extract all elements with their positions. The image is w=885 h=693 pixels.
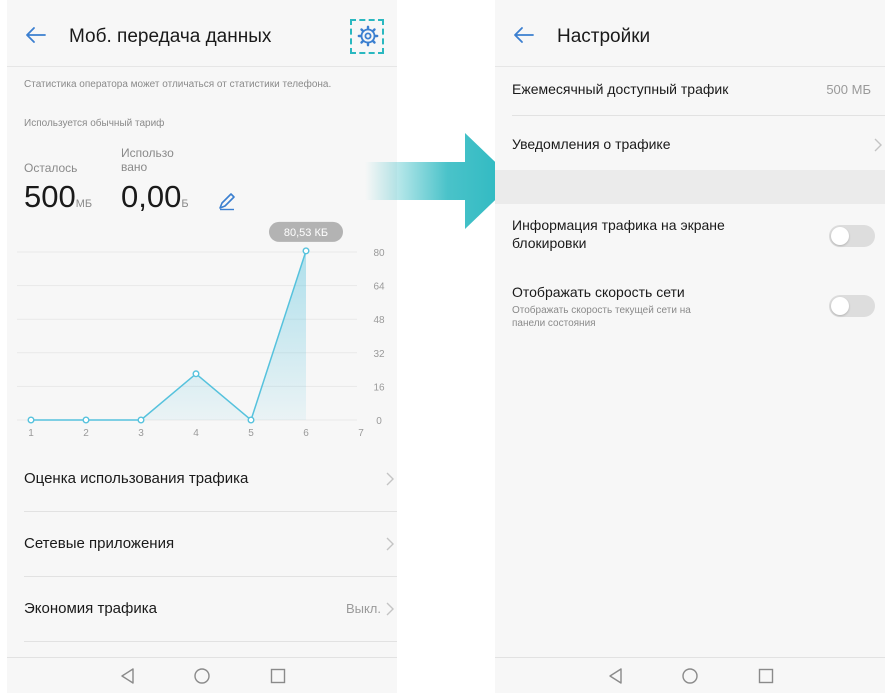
x-tick-label: 3: [138, 428, 144, 439]
y-tick-label: 48: [373, 315, 385, 326]
row-lockscreen-info[interactable]: Информация трафика на экране блокировки: [512, 216, 885, 272]
system-nav-bar: [495, 657, 885, 693]
system-nav-bar: [7, 657, 397, 693]
top-bar: Моб. передача данных: [7, 0, 397, 66]
row-usage-estimate[interactable]: Оценка использования трафика: [24, 447, 397, 511]
x-tick-label: 7: [358, 428, 364, 439]
used-label-line1: Использо: [121, 146, 174, 160]
used-unit: Б: [181, 198, 189, 210]
y-tick-label: 16: [373, 382, 385, 393]
data-point: [82, 416, 90, 424]
data-point: [302, 247, 310, 255]
nav-recent-apps-icon[interactable]: [757, 667, 775, 685]
operator-note: Статистика оператора может отличаться от…: [24, 79, 332, 90]
x-tick-label: 4: [193, 428, 199, 439]
data-point: [247, 416, 255, 424]
row-network-speed[interactable]: Отображать скорость сети Отображать скор…: [512, 283, 885, 343]
highlight-label: 80,53 КБ: [284, 227, 328, 239]
top-bar: Настройки: [495, 0, 885, 66]
row-divider: [24, 641, 397, 642]
row-data-saver[interactable]: Экономия трафика Выкл.: [24, 577, 397, 641]
lockscreen-label-line1: Информация трафика на экране: [512, 217, 725, 233]
lockscreen-toggle[interactable]: [829, 225, 875, 247]
row-label: Сетевые приложения: [24, 535, 175, 552]
row-label: Экономия трафика: [24, 600, 157, 617]
y-tick-label: 64: [373, 282, 385, 293]
nav-home-icon[interactable]: [681, 667, 699, 685]
section-gap: [495, 170, 885, 204]
settings-screen: Настройки Ежемесячный доступный трафик 5…: [495, 0, 885, 693]
remaining-value: 500МБ: [24, 179, 93, 214]
chevron-right-icon: [386, 602, 394, 616]
transition-arrow-icon: [365, 133, 515, 229]
toggle-knob: [831, 297, 849, 315]
monthly-traffic-value: 500 МБ: [826, 82, 871, 97]
y-tick-label: 80: [373, 248, 385, 259]
remaining-unit: МБ: [75, 198, 93, 210]
row-label: Уведомления о трафике: [512, 136, 671, 152]
nav-recent-apps-icon[interactable]: [269, 667, 287, 685]
back-arrow-icon[interactable]: [23, 22, 49, 48]
pencil-icon[interactable]: [217, 191, 237, 211]
nav-home-icon[interactable]: [193, 667, 211, 685]
y-tick-label: 32: [373, 349, 385, 360]
header-divider: [7, 66, 397, 67]
gear-icon[interactable]: [357, 25, 379, 47]
y-tick-label: 0: [376, 416, 382, 427]
data-point: [27, 416, 35, 424]
lockscreen-label-line2: блокировки: [512, 235, 587, 251]
data-usage-screen: Моб. передача данных Статистика оператор…: [7, 0, 397, 693]
x-tick-label: 6: [303, 428, 309, 439]
data-point: [137, 416, 145, 424]
x-tick-label: 1: [28, 428, 34, 439]
nav-back-icon[interactable]: [607, 667, 625, 685]
chevron-right-icon: [386, 537, 394, 551]
speed-desc-line1: Отображать скорость текущей сети на: [512, 305, 691, 316]
row-traffic-alerts[interactable]: Уведомления о трафике: [512, 113, 885, 177]
row-label: Оценка использования трафика: [24, 470, 249, 487]
back-arrow-icon[interactable]: [511, 22, 537, 48]
chevron-right-icon: [386, 472, 394, 486]
usage-chart: 0 16 32 48 64 80 1 2 3 4 5 6 7 80,53 КБ: [17, 221, 385, 439]
used-label-line2: вано: [121, 160, 148, 174]
chevron-right-icon: [874, 138, 882, 152]
x-tick-label: 5: [248, 428, 254, 439]
page-title: Настройки: [557, 26, 651, 47]
toggle-knob: [831, 227, 849, 245]
remaining-label: Осталось: [24, 161, 78, 175]
x-tick-label: 2: [83, 428, 89, 439]
data-point: [192, 370, 200, 378]
page-title: Моб. передача данных: [69, 26, 272, 47]
usage-area: [31, 250, 306, 420]
row-network-apps[interactable]: Сетевые приложения: [24, 512, 397, 576]
speed-label: Отображать скорость сети: [512, 284, 685, 300]
row-label: Ежемесячный доступный трафик: [512, 81, 729, 97]
used-value: 0,00Б: [121, 179, 189, 214]
data-saver-status: Выкл.: [345, 601, 381, 616]
speed-toggle[interactable]: [829, 295, 875, 317]
tariff-label: Используется обычный тариф: [24, 118, 165, 129]
nav-back-icon[interactable]: [119, 667, 137, 685]
speed-desc-line2: панели состояния: [512, 318, 596, 329]
